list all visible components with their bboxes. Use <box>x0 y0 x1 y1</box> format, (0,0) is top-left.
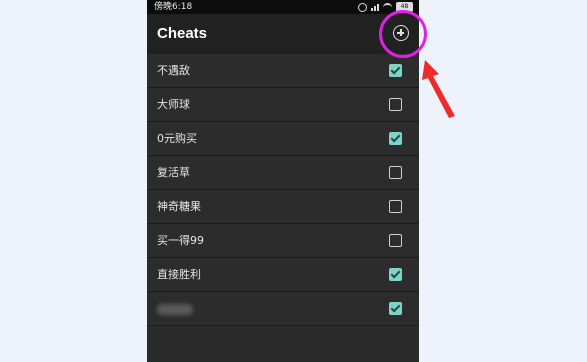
cheat-label: 大师球 <box>157 98 190 111</box>
cheat-list: 不遇敌大师球 0元购买复活草神奇糖果买一得99 直接胜利 <box>147 54 419 326</box>
cheat-checkbox[interactable] <box>389 132 402 145</box>
cheat-checkbox[interactable] <box>389 200 402 213</box>
cheat-checkbox[interactable] <box>389 268 402 281</box>
annotation-arrow-icon <box>422 60 455 118</box>
cheat-checkbox[interactable] <box>389 302 402 315</box>
cheat-checkbox[interactable] <box>389 64 402 77</box>
cheat-label: 不遇敌 <box>157 64 190 77</box>
cheat-row[interactable]: 0元购买 <box>147 122 419 156</box>
cheat-row[interactable]: 神奇糖果 <box>147 190 419 224</box>
cheat-row[interactable]: 买一得99 <box>147 224 419 258</box>
page-title: Cheats <box>157 25 208 42</box>
phone-screen: 傍晚6:18 48 Cheats 不遇敌大师球 0元购买复活草神奇糖果买一得99 直… <box>147 0 419 362</box>
cheat-row[interactable]: 不遇敌 <box>147 54 419 88</box>
cheat-checkbox[interactable] <box>389 98 402 111</box>
cheat-label: 0元购买 <box>157 132 197 145</box>
signal-icon <box>371 3 379 11</box>
alarm-icon <box>358 2 367 12</box>
cheat-label: 神奇糖果 <box>157 200 201 213</box>
highlight-circle <box>379 10 427 58</box>
wifi-icon <box>383 3 392 11</box>
status-bar: 傍晚6:18 48 <box>147 0 419 14</box>
cheat-row[interactable]: 复活草 <box>147 156 419 190</box>
cheat-checkbox[interactable] <box>389 166 402 179</box>
cheat-label-blurred <box>157 304 193 315</box>
status-time: 傍晚6:18 <box>154 2 193 12</box>
cheat-row[interactable]: 大师球 <box>147 88 419 122</box>
cheat-row[interactable] <box>147 292 419 326</box>
cheat-label: 买一得99 <box>157 234 204 247</box>
cheat-checkbox[interactable] <box>389 234 402 247</box>
cheat-label: 直接胜利 <box>157 268 201 281</box>
cheat-row[interactable]: 直接胜利 <box>147 258 419 292</box>
cheat-label: 复活草 <box>157 166 190 179</box>
